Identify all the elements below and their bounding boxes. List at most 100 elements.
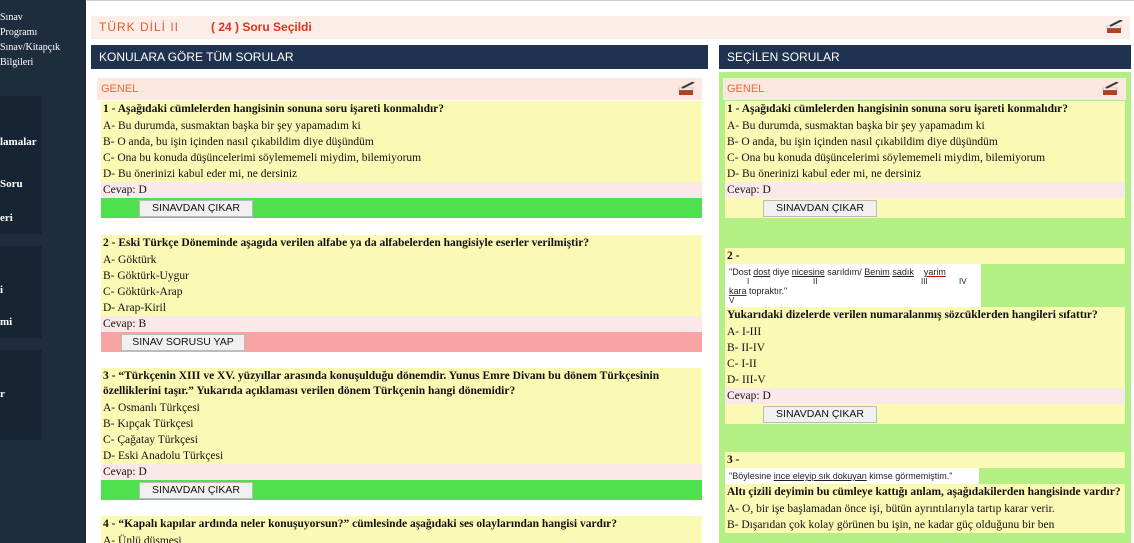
- option-c: C- Göktürk-Arap: [101, 284, 702, 300]
- option-a: A- Bu durumda, susmaktan başka bir şey y…: [725, 118, 1125, 134]
- remove-from-exam-button[interactable]: SINAVDAN ÇIKAR: [763, 200, 877, 217]
- quote-text: sarıldım/: [824, 267, 865, 277]
- book-pencil-icon[interactable]: [1106, 20, 1124, 34]
- question-text: 2 - Eski Türkçe Döneminde aşagıda verile…: [101, 235, 702, 252]
- main-content: TÜRK DİLİ II ( 24 ) Soru Seçildi KONULAR…: [87, 0, 1134, 543]
- answer: Cevap: D: [725, 182, 1125, 198]
- option-d: D- Arap-Kiril: [101, 300, 702, 316]
- option-d: D- Bu önerinizi kabul eder mi, ne dersin…: [101, 166, 702, 182]
- question-card: 3 - “Türkçenin XIII ve XV. yüzyıllar ara…: [101, 368, 702, 500]
- option-b: B- O anda, bu işin içinden nasıl çıkabil…: [101, 134, 702, 150]
- option-a: A- Göktürk: [101, 252, 702, 268]
- numeral: V: [729, 296, 735, 305]
- quote-text: diye: [770, 267, 792, 277]
- quote-text: "Dost: [729, 267, 754, 277]
- question-text: 1 - Aşağıdaki cümlelerden hangisinin son…: [725, 101, 1125, 118]
- option-d: D- Eski Anadolu Türkçesi: [101, 448, 702, 464]
- sidebar-item-sinav[interactable]: i mi: [0, 246, 42, 338]
- remove-from-exam-button[interactable]: SINAVDAN ÇIKAR: [139, 482, 253, 499]
- book-pencil-icon[interactable]: [1102, 82, 1120, 96]
- action-bar: SINAVDAN ÇIKAR: [101, 480, 702, 500]
- action-bar: SINAVDAN ÇIKAR: [725, 198, 1125, 218]
- answer: Cevap: D: [101, 182, 702, 198]
- answer: Cevap: D: [101, 464, 702, 480]
- course-title: TÜRK DİLİ II: [99, 20, 180, 34]
- option-c: C- Ona bu konuda düşüncelerimi söylememe…: [101, 150, 702, 166]
- option-a: A- I-III: [725, 324, 1125, 340]
- selected-question-card: 1 - Aşağıdaki cümlelerden hangisinin son…: [725, 101, 1125, 218]
- selected-question-card: 3 - "Böylesine ince eleyip sık dokuyan k…: [725, 452, 1125, 533]
- action-bar: SINAVDAN ÇIKAR: [725, 404, 1125, 424]
- sidebar-item-label: i: [0, 284, 4, 296]
- question-number: 2 -: [725, 248, 1125, 264]
- sidebar-top-links: Sınav Programı Sınav/Kitapçık Bilgileri: [0, 0, 86, 70]
- quote-word: dost: [753, 267, 771, 277]
- section-title: GENEL: [101, 83, 139, 95]
- action-bar: SINAV SORUSU YAP: [101, 332, 702, 352]
- make-exam-question-button[interactable]: SINAV SORUSU YAP: [121, 334, 245, 351]
- question-image: "Böylesine ince eleyip sık dokuyan kimse…: [725, 468, 979, 484]
- remove-from-exam-button[interactable]: SINAVDAN ÇIKAR: [139, 200, 253, 217]
- remove-from-exam-button[interactable]: SINAVDAN ÇIKAR: [763, 406, 877, 423]
- selected-count: ( 24 ) Soru Seçildi: [211, 20, 312, 34]
- quote-word: Benim: [864, 267, 890, 277]
- option-a: A- Ünlü düşmesi: [101, 533, 702, 543]
- book-pencil-icon[interactable]: [678, 82, 696, 96]
- numeral: IV: [959, 277, 967, 286]
- quote-word: yarim: [923, 267, 946, 277]
- question-text: Altı çizili deyimin bu cümleye kattığı a…: [725, 484, 1125, 501]
- quote-text: kimse görmemiştim.": [866, 471, 953, 481]
- option-b: B- Göktürk-Uygur: [101, 268, 702, 284]
- option-a: A- O, bir işe başlamadan önce işi, bütün…: [725, 501, 1125, 517]
- sidebar-link-sinav-kitapcik[interactable]: Sınav/Kitapçık: [0, 40, 86, 55]
- sidebar: Sınav Programı Sınav/Kitapçık Bilgileri …: [0, 0, 86, 543]
- sidebar-item-label: mi: [0, 316, 13, 328]
- option-c: C- I-II: [725, 356, 1125, 372]
- question-text: Yukarıdaki dizelerde verilen numaralanmı…: [725, 307, 1125, 324]
- option-d: D- Bu önerinizi kabul eder mi, ne dersin…: [725, 166, 1125, 182]
- sidebar-item-label: eri: [0, 212, 13, 224]
- selected-questions-heading: SEÇİLEN SORULAR: [719, 45, 1131, 69]
- sidebar-link-bilgileri[interactable]: Bilgileri: [0, 55, 86, 70]
- quote-word: sadık: [892, 267, 914, 277]
- quote-text: topraktır.": [746, 286, 788, 296]
- quote-text: "Böylesine: [729, 471, 774, 481]
- option-c: C- Ona bu konuda düşüncelerimi söylememe…: [725, 150, 1125, 166]
- question-number: 3 -: [725, 452, 1125, 468]
- all-questions-heading: KONULARA GÖRE TÜM SORULAR: [91, 45, 708, 69]
- question-text: 1 - Aşağıdaki cümlelerden hangisinin son…: [101, 101, 702, 118]
- quote-word: kara: [729, 286, 747, 296]
- selected-question-card: 2 - "Dost dost diye nicesine sarıldım/ B…: [725, 248, 1125, 424]
- option-a: A- Bu durumda, susmaktan başka bir şey y…: [101, 118, 702, 134]
- question-card: 4 - “Kapalı kapılar ardında neler konuşu…: [101, 516, 702, 543]
- sidebar-item-raporlar[interactable]: r: [0, 350, 42, 440]
- question-text: 3 - “Türkçenin XIII ve XV. yüzyıllar ara…: [101, 368, 702, 400]
- answer: Cevap: D: [725, 388, 1125, 404]
- sidebar-item-label: r: [0, 388, 5, 400]
- sidebar-item-soru[interactable]: Soru eri: [0, 168, 42, 234]
- option-b: B- Dışarıdan çok kolay görünen bu işin, …: [725, 517, 1125, 533]
- quote-underlined: ince eleyip sık dokuyan: [773, 471, 867, 481]
- quote-word: nicesine: [791, 267, 825, 277]
- sidebar-item-label: lamalar: [0, 136, 37, 148]
- option-b: B- II-IV: [725, 340, 1125, 356]
- numeral: III: [921, 277, 928, 286]
- section-genel: GENEL: [97, 78, 702, 100]
- question-card: 1 - Aşağıdaki cümlelerden hangisinin son…: [101, 101, 702, 218]
- sidebar-item-label: Soru: [0, 178, 23, 190]
- section-genel: GENEL: [723, 78, 1126, 100]
- sidebar-link-programi[interactable]: Programı: [0, 25, 86, 40]
- sidebar-link-sinav[interactable]: Sınav: [0, 10, 86, 25]
- question-text: 4 - “Kapalı kapılar ardında neler konuşu…: [101, 516, 702, 533]
- question-card: 2 - Eski Türkçe Döneminde aşagıda verile…: [101, 235, 702, 352]
- all-questions-panel: GENEL 1 - Aşağıdaki cümlelerden hangisin…: [91, 72, 708, 543]
- option-b: B- Kıpçak Türkçesi: [101, 416, 702, 432]
- numeral: I: [747, 277, 750, 286]
- option-a: A- Osmanlı Türkçesi: [101, 400, 702, 416]
- top-divider: [87, 0, 1134, 1]
- option-c: C- Çağatay Türkçesi: [101, 432, 702, 448]
- action-bar: SINAVDAN ÇIKAR: [101, 198, 702, 218]
- option-d: D- III-V: [725, 372, 1125, 388]
- selected-questions-panel: GENEL 1 - Aşağıdaki cümlelerden hangisin…: [719, 72, 1131, 543]
- numeral: II: [813, 277, 818, 286]
